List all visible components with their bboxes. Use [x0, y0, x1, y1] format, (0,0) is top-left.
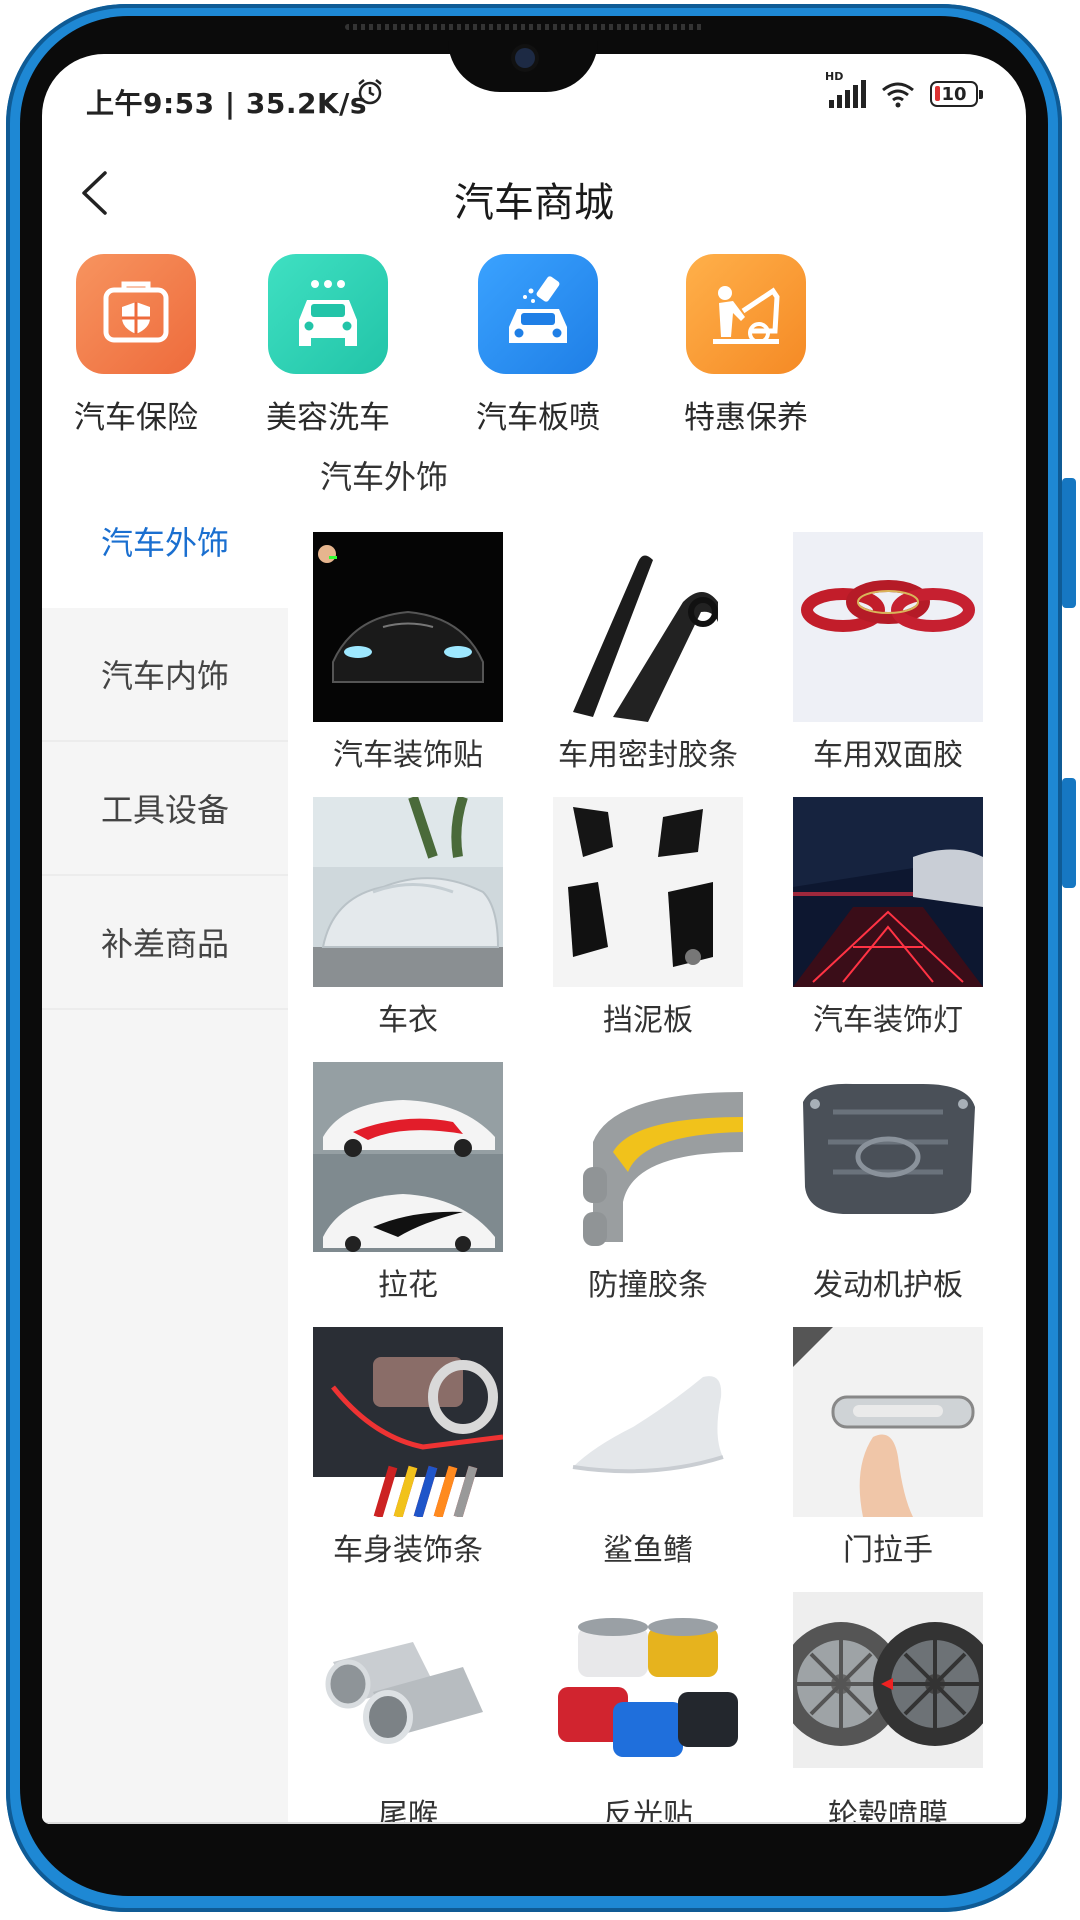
service-maintenance[interactable]: 特惠保养	[646, 254, 846, 437]
product-image-decoration-light	[793, 797, 983, 987]
alarm-icon	[355, 76, 385, 116]
product-image-car-decal	[313, 1062, 503, 1252]
product-item[interactable]: 汽车装饰灯	[768, 797, 1008, 1039]
product-image-exhaust-tip	[313, 1592, 503, 1782]
product-item[interactable]: 车身装饰条	[288, 1327, 528, 1569]
service-label: 美容洗车	[266, 400, 390, 436]
product-item[interactable]: 车用双面胶	[768, 532, 1008, 774]
product-name: 反光贴	[603, 1798, 693, 1824]
product-item[interactable]: 车衣	[288, 797, 528, 1039]
product-image-shark-fin	[553, 1327, 743, 1517]
category-sidebar: 汽车外饰 汽车内饰 工具设备 补差商品	[42, 474, 288, 1824]
status-icons: HD 10	[825, 70, 983, 108]
product-image-door-handle	[793, 1327, 983, 1517]
product-name: 汽车装饰贴	[333, 738, 483, 773]
wifi-icon	[882, 82, 914, 108]
car-wash-icon	[268, 254, 388, 374]
service-row: 汽车保险 美容洗车 汽车板喷 特惠保养	[42, 254, 1026, 454]
sidebar-item-exterior[interactable]: 汽车外饰	[42, 474, 288, 608]
product-name: 鲨鱼鳍	[603, 1533, 693, 1568]
service-label: 汽车保险	[74, 400, 198, 436]
product-image-mud-flap	[553, 797, 743, 987]
service-label: 汽车板喷	[476, 400, 600, 436]
service-car-paint[interactable]: 汽车板喷	[438, 254, 638, 437]
sidebar-item-tools[interactable]: 工具设备	[42, 742, 288, 876]
product-item[interactable]: 拉花	[288, 1062, 528, 1304]
product-item[interactable]: 尾喉	[288, 1592, 528, 1824]
product-item[interactable]: 挡泥板	[528, 797, 768, 1039]
product-name: 尾喉	[378, 1798, 438, 1824]
service-car-wash[interactable]: 美容洗车	[228, 254, 428, 437]
header: 汽车商城	[42, 144, 1026, 244]
product-image-double-sided-tape	[793, 532, 983, 722]
product-image-car-sticker	[313, 532, 503, 722]
speaker-grille	[345, 24, 705, 30]
product-name: 汽车装饰灯	[813, 1003, 963, 1038]
product-name: 防撞胶条	[588, 1268, 708, 1303]
front-camera	[515, 48, 535, 68]
bottom-edge	[42, 1822, 1026, 1824]
product-name: 拉花	[378, 1268, 438, 1303]
service-car-insurance[interactable]: 汽车保险	[42, 254, 236, 437]
product-name: 车用密封胶条	[558, 738, 738, 773]
product-item[interactable]: 发动机护板	[768, 1062, 1008, 1304]
product-item[interactable]: 反光贴	[528, 1592, 768, 1824]
battery-icon: 10	[930, 81, 983, 107]
sidebar-item-price-difference[interactable]: 补差商品	[42, 876, 288, 1010]
product-name: 车衣	[378, 1003, 438, 1038]
signal-hd-label: HD	[825, 70, 844, 83]
car-paint-spray-icon	[478, 254, 598, 374]
battery-level: 10	[941, 83, 967, 105]
product-item[interactable]: 鲨鱼鳍	[528, 1327, 768, 1569]
product-item[interactable]: 车用密封胶条	[528, 532, 768, 774]
status-time: 上午9:53 | 35.2K/s	[86, 87, 368, 120]
signal-icon: HD	[825, 70, 866, 108]
product-name: 发动机护板	[813, 1268, 963, 1303]
product-image-body-trim	[313, 1327, 503, 1517]
product-image-seal-strip	[553, 532, 743, 722]
car-maintenance-icon	[686, 254, 806, 374]
product-name: 车用双面胶	[813, 738, 963, 773]
page-title: 汽车商城	[454, 180, 614, 226]
volume-button	[1062, 478, 1076, 608]
service-label: 特惠保养	[684, 400, 808, 436]
product-item[interactable]: 门拉手	[768, 1327, 1008, 1569]
product-image-car-cover	[313, 797, 503, 987]
screen: 上午9:53 | 35.2K/s HD 10 汽车商城 汽车保险 美容洗车 汽车…	[42, 54, 1026, 1824]
product-name: 挡泥板	[603, 1003, 693, 1038]
product-item[interactable]: 防撞胶条	[528, 1062, 768, 1304]
section-title: 汽车外饰	[320, 458, 449, 496]
product-name: 门拉手	[843, 1533, 933, 1568]
product-image-reflective-tape	[553, 1592, 743, 1782]
product-name: 车身装饰条	[333, 1533, 483, 1568]
product-image-wheel-film	[793, 1592, 983, 1782]
car-insurance-shield-icon	[76, 254, 196, 374]
product-item[interactable]: 轮毂喷膜	[768, 1592, 1008, 1824]
power-button	[1062, 778, 1076, 888]
product-image-engine-guard	[793, 1062, 983, 1252]
product-item[interactable]: 汽车装饰贴	[288, 532, 528, 774]
sidebar-item-interior[interactable]: 汽车内饰	[42, 608, 288, 742]
product-name: 轮毂喷膜	[828, 1798, 948, 1824]
product-image-bumper-strip	[553, 1062, 743, 1252]
